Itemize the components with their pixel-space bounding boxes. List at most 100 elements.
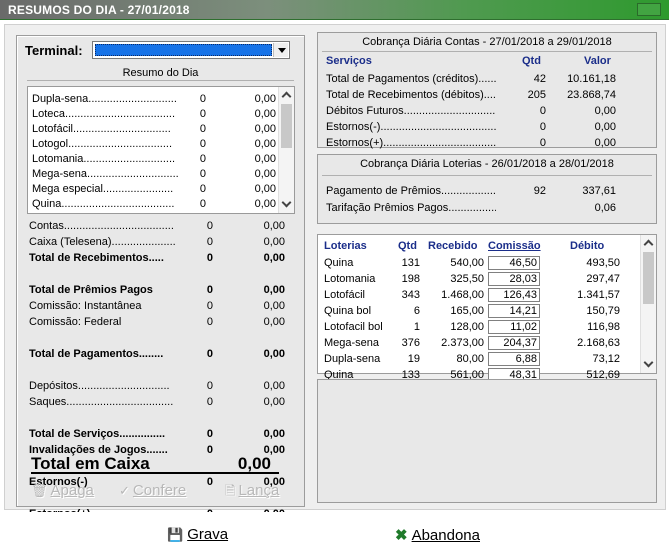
listbox-scrollbar[interactable] <box>278 87 294 213</box>
row-valor: 0,00 <box>263 284 285 296</box>
list-item: Contas..................................… <box>29 218 285 234</box>
empty-panel <box>317 379 657 503</box>
list-item: Lotogol.................................… <box>32 137 278 152</box>
row-qtd: 0 <box>206 396 213 408</box>
lottery-comissao[interactable]: 46,50 <box>488 256 540 270</box>
table-row[interactable]: Lotofácil 343 1.468,00 126,43 1.341,57 <box>324 287 644 303</box>
document-icon: 🗎 <box>225 483 236 498</box>
table-row[interactable]: Lotofacil bol 1 128,00 11,02 116,98 <box>324 319 644 335</box>
row-label: Lotofácil...............................… <box>32 123 171 135</box>
row-valor: 0,00 <box>263 252 285 264</box>
list-item: Lotofácil...............................… <box>32 122 278 137</box>
list-item: Quina...................................… <box>32 197 278 212</box>
table-row[interactable]: Mega-sena 376 2.373,00 204,37 2.168,63 <box>324 335 644 351</box>
list-item: Mega-sena.............................. 0… <box>32 167 278 182</box>
col-qtd: Qtd <box>522 55 541 67</box>
lottery-debito: 150,79 <box>586 305 620 317</box>
table-row[interactable]: Quina bol 6 165,00 14,21 150,79 <box>324 303 644 319</box>
grava-button[interactable]: 💾 Grava <box>167 526 228 543</box>
lottery-qtd: 6 <box>413 305 420 317</box>
scroll-thumb[interactable] <box>643 252 654 304</box>
loterias-table[interactable]: Loterias Qtd Recebido Comissão Débito Qu… <box>317 234 657 382</box>
list-item: Total de Recebimentos (débitos)...... 205… <box>326 87 651 103</box>
list-item: Total de Serviços............... 0 0,00 <box>29 426 285 442</box>
lottery-debito: 493,50 <box>586 257 620 269</box>
scroll-up-icon[interactable] <box>644 239 654 249</box>
row-label: Saques..................................… <box>29 396 174 408</box>
row-label: Comissão: Instantânea <box>29 300 142 312</box>
row-qtd: 0 <box>199 198 206 210</box>
scroll-up-icon[interactable] <box>282 91 292 101</box>
total-caixa: Total em Caixa 0,00 <box>31 454 279 474</box>
confere-button[interactable]: ✓ Confere <box>119 482 186 499</box>
row-label: Depósitos.............................. <box>29 380 170 392</box>
list-item: Lotomania.............................. 0… <box>32 152 278 167</box>
list-item <box>29 362 279 378</box>
lottery-comissao[interactable]: 28,03 <box>488 272 540 286</box>
row-qtd: 0 <box>206 284 213 296</box>
lottery-recebido: 325,50 <box>450 273 484 285</box>
row-label: Total de Recebimentos..... <box>29 252 164 264</box>
row-valor: 0,00 <box>263 220 285 232</box>
row-qtd: 0 <box>539 137 546 149</box>
list-item: Tarifação Prêmios Pagos.................… <box>326 200 651 217</box>
col-comissao[interactable]: Comissão <box>488 240 541 252</box>
row-qtd: 0 <box>199 138 206 150</box>
lottery-comissao[interactable]: 126,43 <box>488 288 540 302</box>
lottery-qtd: 343 <box>401 289 420 301</box>
row-qtd: 0 <box>206 348 213 360</box>
apaga-button[interactable]: 🗑 Apaga <box>31 482 94 499</box>
scroll-down-icon[interactable] <box>644 359 654 369</box>
row-qtd: 0 <box>199 93 206 105</box>
lottery-qtd: 376 <box>401 337 420 349</box>
scroll-thumb[interactable] <box>281 104 292 148</box>
lottery-listbox[interactable]: Dupla-sena............................. 0… <box>27 86 295 214</box>
list-item <box>29 410 279 426</box>
col-loterias: Loterias <box>324 240 367 252</box>
lottery-name: Mega-sena <box>324 337 380 349</box>
lottery-comissao[interactable]: 204,37 <box>488 336 540 350</box>
lottery-recebido: 80,00 <box>456 353 484 365</box>
row-qtd: 0 <box>199 108 206 120</box>
scroll-down-icon[interactable] <box>282 199 292 209</box>
lottery-recebido: 2.373,00 <box>441 337 484 349</box>
table-row[interactable]: Lotomania 198 325,50 28,03 297,47 <box>324 271 644 287</box>
terminal-select[interactable] <box>92 41 290 59</box>
resumo-actions: 🗑 Apaga ✓ Confere 🗎 Lança <box>17 476 304 506</box>
table-row[interactable]: Quina 131 540,00 46,50 493,50 <box>324 255 644 271</box>
row-valor: 0,00 <box>594 137 616 149</box>
lottery-comissao[interactable]: 14,21 <box>488 304 540 318</box>
total-caixa-value: 0,00 <box>237 454 271 473</box>
resumo-header: Resumo do Dia <box>27 67 294 81</box>
window-control-button[interactable] <box>637 3 661 16</box>
list-item: Estornos(+).............................… <box>326 135 651 151</box>
row-qtd: 0 <box>206 316 213 328</box>
title-bar: RESUMOS DO DIA - 27/01/2018 <box>0 0 669 20</box>
list-item: Estornos(-).............................… <box>326 119 651 135</box>
divider <box>322 175 652 176</box>
lottery-comissao[interactable]: 11,02 <box>488 320 540 334</box>
trash-icon: 🗑 <box>31 483 48 498</box>
col-valor: Valor <box>584 55 611 67</box>
chevron-down-icon[interactable] <box>273 43 288 57</box>
lottery-comissao[interactable]: 6,88 <box>488 352 540 366</box>
table-row[interactable]: Dupla-sena 19 80,00 6,88 73,12 <box>324 351 644 367</box>
lottery-name: Quina bol <box>324 305 372 317</box>
col-qtd: Qtd <box>398 240 417 252</box>
row-label: Estornos(-).............................… <box>326 121 496 133</box>
list-item: Depósitos.............................. 0… <box>29 378 285 394</box>
row-label: Mega especial....................... <box>32 183 174 195</box>
row-qtd: 0 <box>206 252 213 264</box>
lottery-recebido: 540,00 <box>450 257 484 269</box>
loterias-cobranca-title: Cobrança Diária Loterias - 26/01/2018 a … <box>360 158 614 170</box>
lottery-recebido: 1.468,00 <box>441 289 484 301</box>
list-item: Pagamento de Prêmios.................. 92… <box>326 183 651 200</box>
abandona-button[interactable]: ✖ Abandona <box>395 526 480 544</box>
total-caixa-label: Total em Caixa <box>31 454 150 473</box>
loterias-scrollbar[interactable] <box>640 235 656 373</box>
lottery-name: Lotofácil <box>324 289 365 301</box>
row-valor: 23.868,74 <box>567 89 616 101</box>
col-debito: Débito <box>570 240 605 252</box>
row-qtd: 42 <box>533 73 546 85</box>
lanca-button[interactable]: 🗎 Lança <box>225 482 279 504</box>
